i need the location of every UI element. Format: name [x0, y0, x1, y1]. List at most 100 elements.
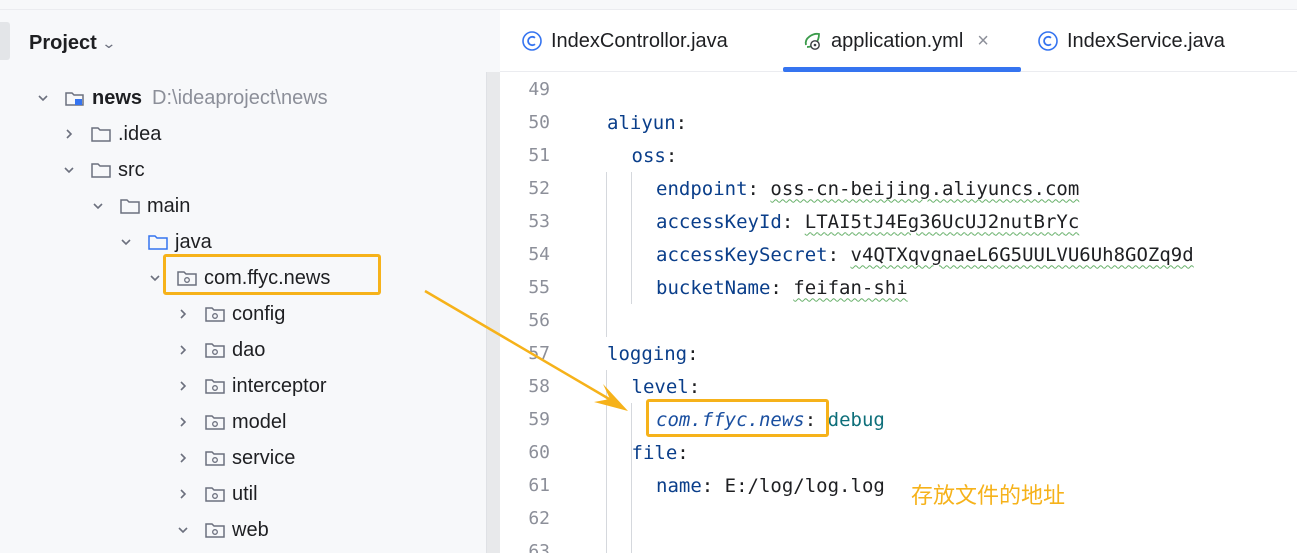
tree-item-label: .idea [118, 123, 162, 145]
tab-label: IndexService.java [1067, 29, 1225, 52]
folder-icon [119, 195, 143, 217]
code-text: endpoint: oss-cn-beijing.aliyuncs.com [656, 178, 1079, 200]
chevron-down-icon[interactable] [91, 199, 105, 213]
yaml-key: accessKeySecret [656, 243, 828, 266]
tree-item-label: src [118, 159, 145, 181]
package-icon [204, 411, 228, 433]
chevron-right-icon[interactable] [176, 415, 190, 429]
yaml-value: LTAI5tJ4Eg36UcUJ2nutBrYc [804, 210, 1080, 233]
chevron-down-icon[interactable] [119, 235, 133, 249]
yaml-separator: : [675, 111, 688, 134]
yaml-separator: : [827, 243, 840, 266]
tree-item-src[interactable]: src [62, 152, 145, 188]
package-icon [176, 267, 200, 289]
tree-item-label: java [175, 231, 212, 253]
source-folder-icon [147, 231, 171, 253]
line-number: 59 [528, 409, 550, 430]
folder-icon [90, 159, 114, 181]
code-line: 53 accessKeyId: LTAI5tJ4Eg36UcUJ2nutBrYc [500, 205, 1297, 238]
chevron-down-icon: ⌄ [101, 34, 117, 51]
line-number: 61 [528, 475, 550, 496]
java-class-icon [1038, 31, 1058, 51]
annotation-note: 存放文件的地址 [911, 484, 1066, 509]
chevron-down-icon[interactable] [176, 523, 190, 537]
window-top-bar [0, 0, 1297, 10]
tree-item-dao[interactable]: dao [176, 332, 265, 368]
package-icon [204, 375, 228, 397]
tab-index-service[interactable]: IndexService.java [1037, 24, 1225, 58]
tree-item-config[interactable]: config [176, 296, 285, 332]
chevron-right-icon[interactable] [176, 343, 190, 357]
line-number: 63 [528, 541, 550, 553]
yaml-separator: : [687, 342, 699, 365]
chevron-right-icon[interactable] [176, 379, 190, 393]
yaml-separator: : [770, 276, 782, 299]
line-number: 56 [528, 310, 550, 331]
code-text: name: E:/log/log.log [656, 475, 885, 497]
module-folder-icon [64, 87, 88, 109]
yaml-separator: : [747, 177, 759, 200]
line-number: 49 [528, 79, 550, 100]
editor-tab-bar: IndexControllor.java application.yml × I… [500, 10, 1297, 72]
yaml-key: level [631, 375, 689, 398]
tree-item-main[interactable]: main [91, 188, 190, 224]
tab-label: IndexControllor.java [551, 29, 728, 52]
chevron-right-icon[interactable] [176, 451, 190, 465]
code-text: oss: [632, 145, 678, 167]
tree-item-label: news [92, 87, 143, 109]
code-line: 54 accessKeySecret: v4QTXqvgnaeL6G5UULVU6… [500, 238, 1297, 271]
tree-item-news[interactable]: news D:\ideaproject\news [36, 80, 328, 116]
yaml-key: oss [631, 144, 666, 167]
tree-item-model[interactable]: model [176, 404, 286, 440]
package-icon [204, 483, 228, 505]
line-number: 57 [528, 343, 550, 364]
line-number: 58 [528, 376, 550, 397]
chevron-down-icon[interactable] [62, 163, 76, 177]
tree-item-label: interceptor [232, 375, 327, 397]
code-line: 56 [500, 304, 1297, 337]
tree-item-util[interactable]: util [176, 476, 258, 512]
yaml-separator: : [665, 144, 678, 167]
tree-item-idea[interactable]: .idea [62, 116, 161, 152]
code-line: 62 [500, 502, 1297, 535]
chevron-right-icon[interactable] [176, 487, 190, 501]
tab-application-yml[interactable]: application.yml × [801, 24, 989, 58]
yaml-separator: : [688, 375, 701, 398]
tree-item-service[interactable]: service [176, 440, 295, 476]
chevron-right-icon[interactable] [62, 127, 76, 141]
tree-item-java[interactable]: java [119, 224, 212, 260]
code-line: 57 logging: [500, 337, 1297, 370]
tree-item-path: D:\ideaproject\news [152, 86, 328, 109]
spring-config-icon [804, 32, 820, 50]
code-editor[interactable]: 49 50 aliyun: 51 oss: 52 endpoint: oss-cn-beij… [500, 72, 1297, 553]
code-line: 63 [500, 535, 1297, 553]
tree-item-label: dao [232, 339, 266, 361]
tool-window-stripe[interactable] [0, 22, 10, 60]
code-text: file: [632, 442, 689, 464]
tree-item-interceptor[interactable]: interceptor [176, 368, 327, 404]
yaml-value: E:/log/log.log [724, 474, 885, 497]
package-icon [204, 339, 228, 361]
tree-item-label: service [232, 447, 296, 469]
yaml-key: logging [607, 342, 688, 365]
code-line: 49 [500, 73, 1297, 106]
line-number: 50 [528, 112, 550, 133]
code-line: 61 name: E:/log/log.log [500, 469, 1297, 502]
chevron-down-icon[interactable] [36, 91, 50, 105]
tab-index-controllor[interactable]: IndexControllor.java [521, 24, 728, 58]
tree-item-com-ffyc-news[interactable]: com.ffyc.news [148, 260, 330, 296]
code-text: com.ffyc.news: debug [656, 409, 885, 431]
tree-item-web[interactable]: web [176, 512, 269, 548]
chevron-down-icon[interactable] [148, 271, 162, 285]
code-text: level: [632, 376, 701, 398]
project-scrollbar[interactable] [486, 72, 500, 553]
code-line: 50 aliyun: [500, 106, 1297, 139]
chevron-right-icon[interactable] [176, 307, 190, 321]
project-view-selector[interactable]: Project ⌄ [29, 30, 117, 56]
close-icon[interactable]: × [977, 30, 989, 53]
code-line: 55 bucketName: feifan-shi [500, 271, 1297, 304]
tab-label: application.yml [831, 29, 964, 52]
yaml-separator: : [677, 441, 689, 464]
tree-item-label: main [147, 195, 191, 217]
code-text: accessKeySecret: v4QTXqvgnaeL6G5UULVU6Uh… [656, 244, 1194, 266]
